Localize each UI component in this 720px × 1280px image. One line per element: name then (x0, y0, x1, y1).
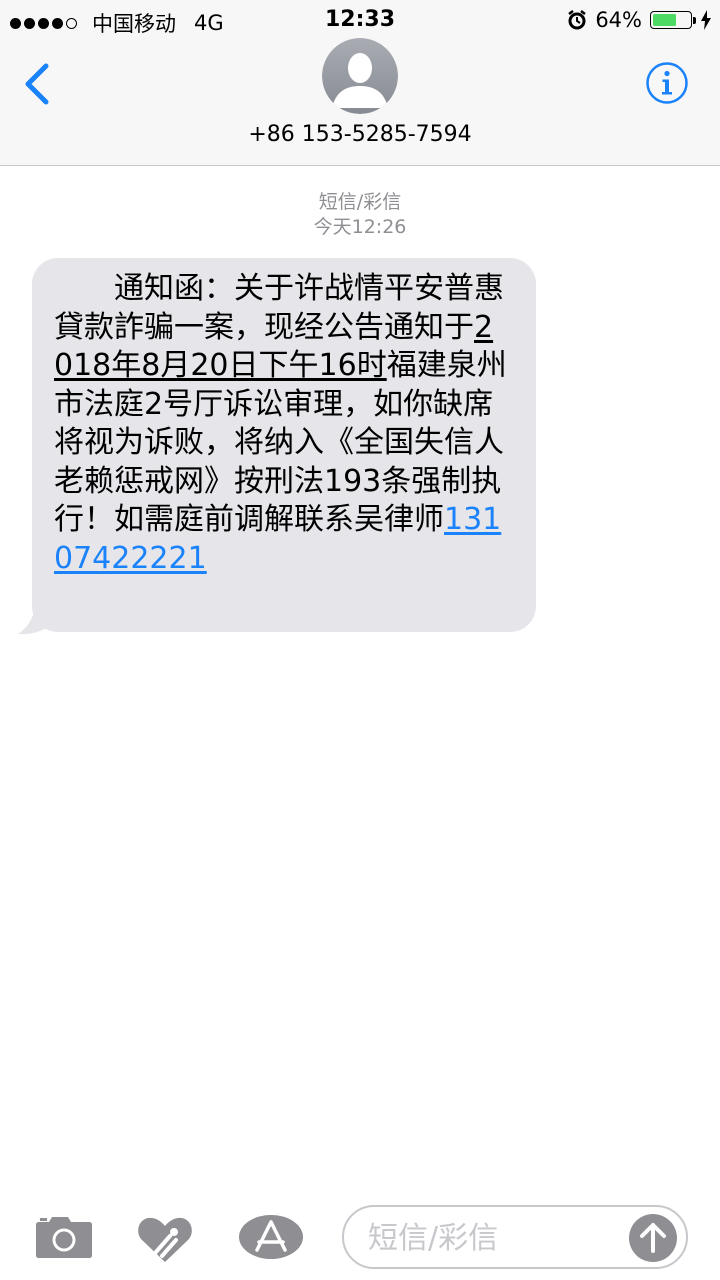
contact-number[interactable]: +86 153-5285-7594 (0, 122, 720, 147)
digital-touch-button[interactable] (136, 1214, 194, 1264)
status-right: 64% (567, 8, 712, 32)
camera-button[interactable] (34, 1215, 94, 1259)
message-text-part1: 通知函：关于许战情平安普惠貸款詐骗一案，现经公告通知于 (54, 271, 504, 345)
camera-icon (36, 1217, 92, 1258)
message-input[interactable] (366, 1207, 620, 1269)
message-composer-bar (0, 1195, 720, 1280)
message-input-container[interactable] (342, 1205, 688, 1269)
back-button[interactable] (18, 60, 58, 108)
message-text: 通知函：关于许战情平安普惠貸款詐骗一案，现经公告通知于2018年8月20日下午1… (54, 270, 512, 578)
incoming-message-bubble[interactable]: 通知函：关于许战情平安普惠貸款詐骗一案，现经公告通知于2018年8月20日下午1… (32, 258, 536, 632)
app-store-button[interactable] (238, 1214, 304, 1260)
send-button[interactable] (628, 1213, 678, 1263)
message-meta: 短信/彩信 今天12:26 (0, 190, 720, 240)
battery-level-fill (653, 14, 677, 26)
battery-cap (693, 16, 696, 24)
heart-hands-icon (138, 1217, 192, 1262)
battery-icon (650, 11, 692, 29)
message-timestamp: 今天12:26 (313, 216, 407, 238)
battery-percent: 64% (595, 8, 642, 32)
charging-bolt-icon (701, 10, 711, 30)
conversation-header: +86 153-5285-7594 (0, 38, 720, 166)
info-button[interactable] (645, 61, 689, 105)
status-bar: 中国移动 4G 12:33 64% (0, 0, 720, 40)
app-store-icon (239, 1215, 303, 1259)
alarm-icon (568, 10, 587, 30)
contact-avatar[interactable] (322, 38, 398, 114)
service-label: 短信/彩信 (318, 191, 402, 213)
